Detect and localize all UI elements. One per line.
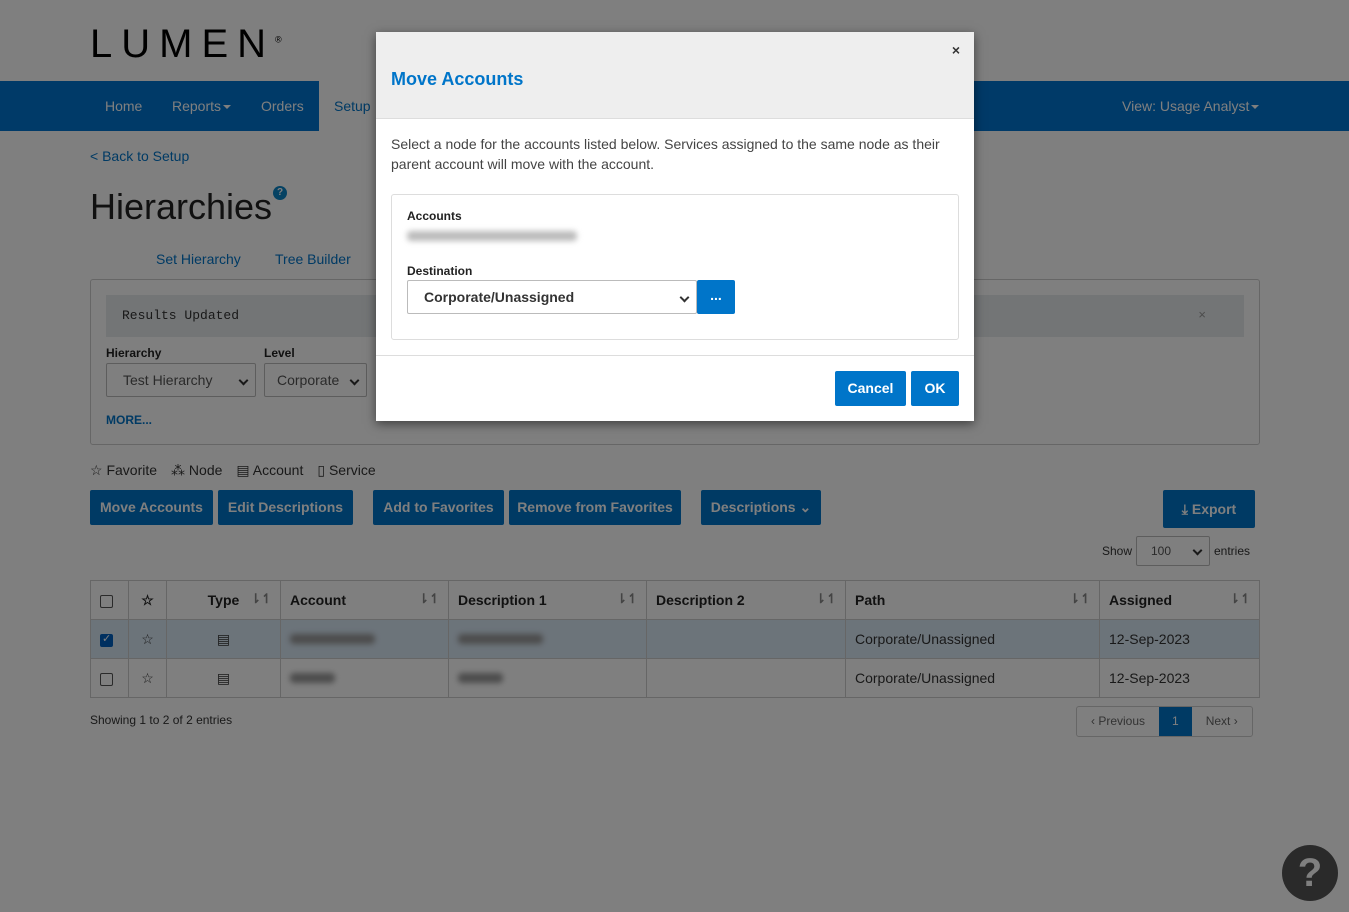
accounts-value xyxy=(407,231,577,241)
chevron-down-icon xyxy=(679,292,690,303)
modal-description: Select a node for the accounts listed be… xyxy=(391,136,940,172)
cancel-button[interactable]: Cancel xyxy=(835,371,906,406)
accounts-label: Accounts xyxy=(407,209,462,223)
destination-label: Destination xyxy=(407,264,473,278)
destination-select[interactable]: Corporate/Unassigned xyxy=(407,280,697,314)
modal-title: Move Accounts xyxy=(391,69,524,89)
move-accounts-modal: Move Accounts × Select a node for the ac… xyxy=(376,32,974,421)
modal-form-box: Accounts Destination Corporate/Unassigne… xyxy=(391,194,959,340)
modal-header: Move Accounts × xyxy=(376,32,974,119)
ok-button[interactable]: OK xyxy=(911,371,959,406)
browse-nodes-button[interactable]: ... xyxy=(697,280,735,314)
close-icon[interactable]: × xyxy=(952,42,960,58)
